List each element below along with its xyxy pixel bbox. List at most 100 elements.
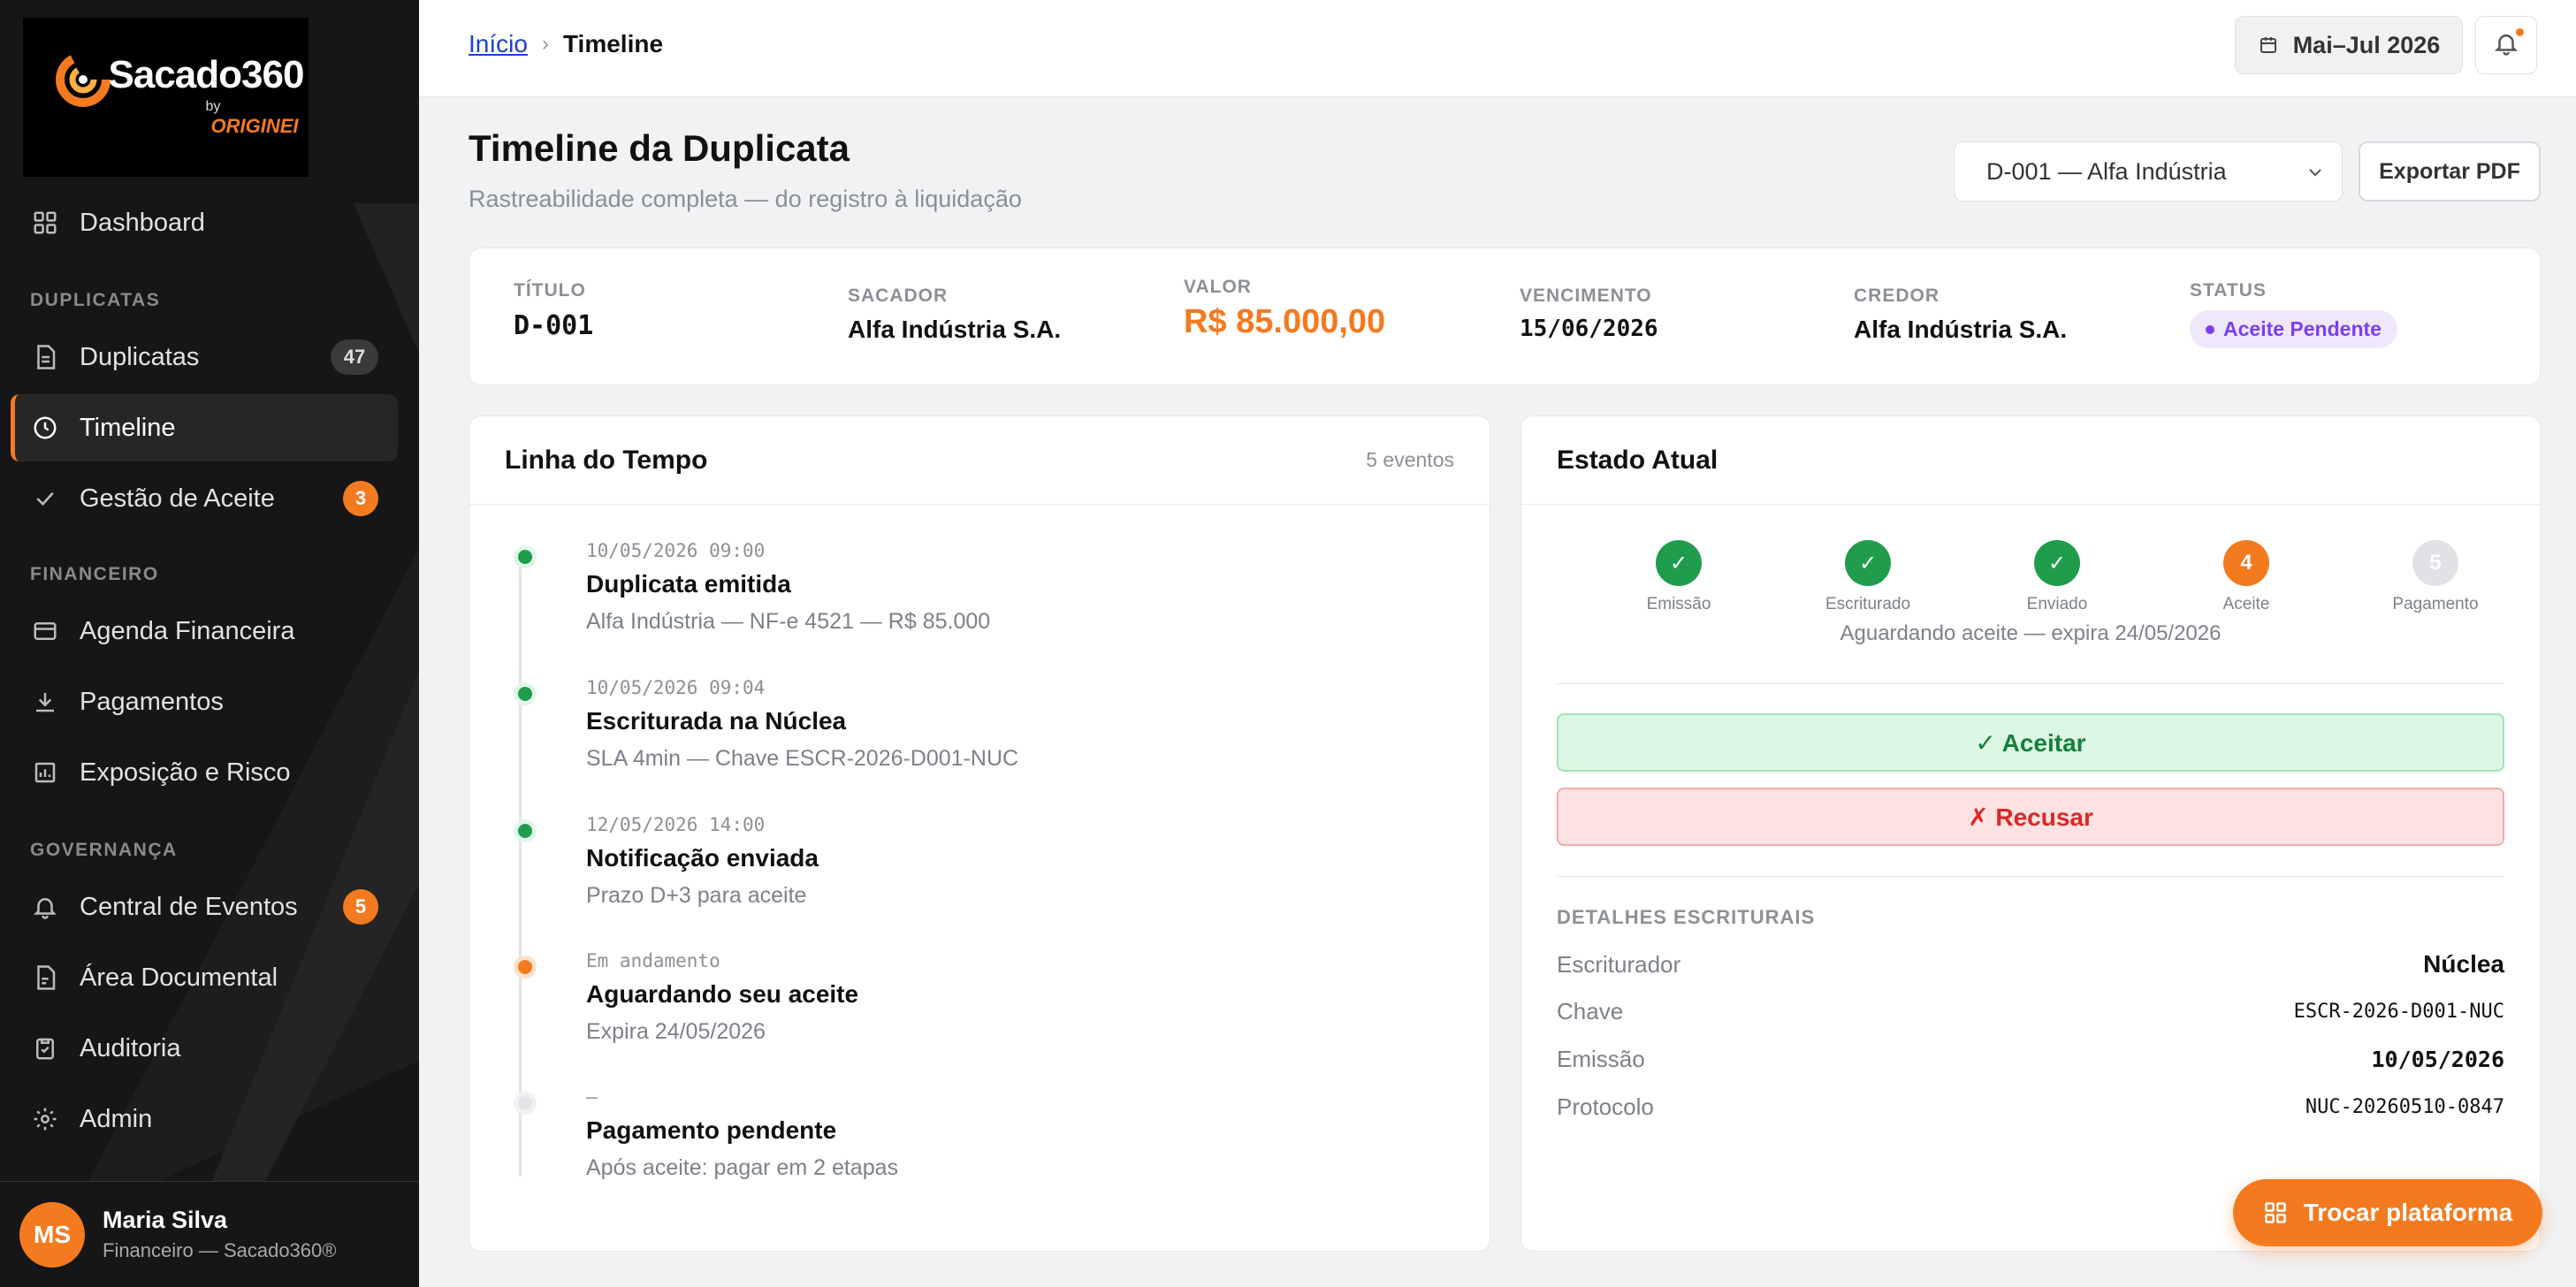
event-dot-done <box>514 545 537 568</box>
user-name: Maria Silva <box>103 1207 228 1233</box>
field-value: Alfa Indústria S.A. <box>1854 316 2068 343</box>
field-label: STATUS <box>2190 280 2267 301</box>
sidebar-item-area-documental[interactable]: Área Documental <box>11 944 398 1011</box>
event-time: — <box>586 1086 598 1108</box>
waiting-text: Aguardando aceite — expira 24/05/2026 <box>1840 621 2222 645</box>
bell-icon <box>30 892 60 922</box>
logo-name: Sacado360 <box>108 53 305 96</box>
detail-row: Emissão 10/05/2026 <box>1557 1046 2504 1073</box>
step-label: Escriturado <box>1825 595 1911 613</box>
section-label-governanca: GOVERNANÇA <box>30 840 178 860</box>
field-valor: VALOR R$ 85.000,00 <box>1184 277 1385 341</box>
bar-chart-icon <box>30 758 60 788</box>
divider <box>1557 876 2504 877</box>
event-title: Aguardando seu aceite <box>586 980 859 1008</box>
breadcrumb-current: Timeline <box>562 30 664 57</box>
field-value: D-001 <box>514 310 594 341</box>
field-label: VALOR <box>1184 277 1252 297</box>
accept-button[interactable]: ✓ Aceitar <box>1557 713 2504 772</box>
breadcrumb-home-link[interactable]: Início <box>469 30 528 58</box>
field-value: R$ 85.000,00 <box>1184 303 1386 340</box>
step-check-icon: ✓ <box>1656 540 1702 586</box>
period-label: Mai–Jul 2026 <box>2292 31 2441 58</box>
logo-org: ORIGINEI <box>210 115 299 137</box>
divider <box>1557 683 2504 684</box>
document-icon <box>30 342 60 372</box>
section-label-financeiro: FINANCEIRO <box>30 564 159 584</box>
chevron-down-icon <box>2305 162 2326 189</box>
field-label: TÍTULO <box>514 280 586 301</box>
step-enviado: ✓ Enviado <box>1978 540 2137 614</box>
event-desc: Prazo D+3 para aceite <box>586 883 807 908</box>
timeline-line <box>519 558 522 1177</box>
sidebar-item-dashboard[interactable]: Dashboard <box>11 189 398 256</box>
avatar: MS <box>19 1201 85 1268</box>
field-sacador: SACADOR Alfa Indústria S.A. <box>848 286 1061 344</box>
export-pdf-button[interactable]: Exportar PDF <box>2359 141 2541 202</box>
detail-key: Emissão <box>1557 1046 1645 1072</box>
status-badge: Aceite Pendente <box>2190 310 2397 348</box>
sidebar-item-admin[interactable]: Admin <box>11 1085 398 1153</box>
detail-key: Escriturador <box>1557 950 1681 978</box>
sidebar-item-pagamentos[interactable]: Pagamentos <box>11 668 398 735</box>
breadcrumb-separator: › <box>541 32 549 56</box>
step-label: Aceite <box>2222 595 2270 613</box>
detail-value: Núclea <box>2423 950 2504 978</box>
detail-key: Chave <box>1557 998 1624 1024</box>
step-label: Pagamento <box>2392 595 2479 613</box>
sidebar-item-timeline[interactable]: Timeline <box>11 394 398 461</box>
detail-value: NUC-20260510-0847 <box>2305 1096 2504 1118</box>
gear-icon <box>30 1104 60 1134</box>
details-title: DETALHES ESCRITURAIS <box>1557 906 1816 928</box>
field-credor: CREDOR Alfa Indústria S.A. <box>1854 286 2067 344</box>
field-value: 15/06/2026 <box>1520 316 1658 342</box>
clipboard-icon <box>30 1033 60 1063</box>
sidebar-item-auditoria[interactable]: Auditoria <box>11 1015 398 1082</box>
detail-row: Chave ESCR-2026-D001-NUC <box>1557 998 2504 1025</box>
detail-key: Protocolo <box>1557 1093 1654 1120</box>
current-state-card: Estado Atual ✓ Emissão ✓ Escriturado ✓ E… <box>1520 415 2541 1252</box>
event-time: 10/05/2026 09:00 <box>586 540 766 561</box>
sidebar: Sacado360 by ORIGINEI Dashboard DUPLICAT… <box>0 0 419 1287</box>
user-profile[interactable]: MS Maria Silva Financeiro — Sacado360® <box>0 1181 419 1287</box>
bell-icon <box>2493 30 2519 61</box>
detail-value: 10/05/2026 <box>2371 1047 2504 1072</box>
switch-platform-button[interactable]: Trocar plataforma <box>2233 1179 2542 1246</box>
event-time: 10/05/2026 09:04 <box>586 677 766 698</box>
sidebar-item-duplicatas[interactable]: Duplicatas 47 <box>11 324 398 391</box>
sidebar-item-agenda[interactable]: Agenda Financeira <box>11 598 398 665</box>
page-title: Timeline da Duplicata <box>469 127 850 169</box>
step-emissao: ✓ Emissão <box>1599 540 1758 614</box>
event-time: Em andamento <box>586 950 720 971</box>
detail-row: Escriturador Núclea <box>1557 950 2504 979</box>
section-label-duplicatas: DUPLICATAS <box>30 290 161 310</box>
event-title: Notificação enviada <box>586 844 819 872</box>
event-dot-current <box>514 956 537 979</box>
sidebar-item-label: Auditoria <box>80 1033 181 1062</box>
event-dot-pending <box>514 1092 537 1115</box>
count-badge: 5 <box>343 889 378 925</box>
brand-logo[interactable]: Sacado360 by ORIGINEI <box>23 18 309 177</box>
clock-icon <box>30 413 60 443</box>
step-aceite: 4 Aceite <box>2167 540 2326 614</box>
duplicata-select[interactable]: D-001 — Alfa Indústria <box>1954 141 2343 202</box>
grid-icon <box>30 208 60 238</box>
event-time: 12/05/2026 14:00 <box>586 814 766 835</box>
field-label: SACADOR <box>848 286 949 306</box>
sidebar-item-central-eventos[interactable]: Central de Eventos 5 <box>11 873 398 940</box>
apps-grid-icon <box>2263 1200 2288 1225</box>
sidebar-item-gestao-aceite[interactable]: Gestão de Aceite 3 <box>11 465 398 532</box>
field-titulo: TÍTULO D-001 <box>514 280 593 341</box>
status-dot <box>2206 324 2214 334</box>
notifications-button[interactable] <box>2475 16 2537 74</box>
detail-row: Protocolo NUC-20260510-0847 <box>1557 1093 2504 1121</box>
sidebar-item-label: Área Documental <box>80 963 278 992</box>
state-card-header: Estado Atual <box>1521 416 2540 505</box>
breadcrumb: Início › Timeline <box>469 30 663 58</box>
sidebar-item-label: Exposição e Risco <box>80 758 291 787</box>
sidebar-item-label: Agenda Financeira <box>80 616 295 645</box>
sidebar-item-exposicao[interactable]: Exposição e Risco <box>11 739 398 806</box>
check-icon <box>30 484 60 514</box>
refuse-button[interactable]: ✗ Recusar <box>1557 788 2504 846</box>
period-button[interactable]: Mai–Jul 2026 <box>2235 16 2463 74</box>
